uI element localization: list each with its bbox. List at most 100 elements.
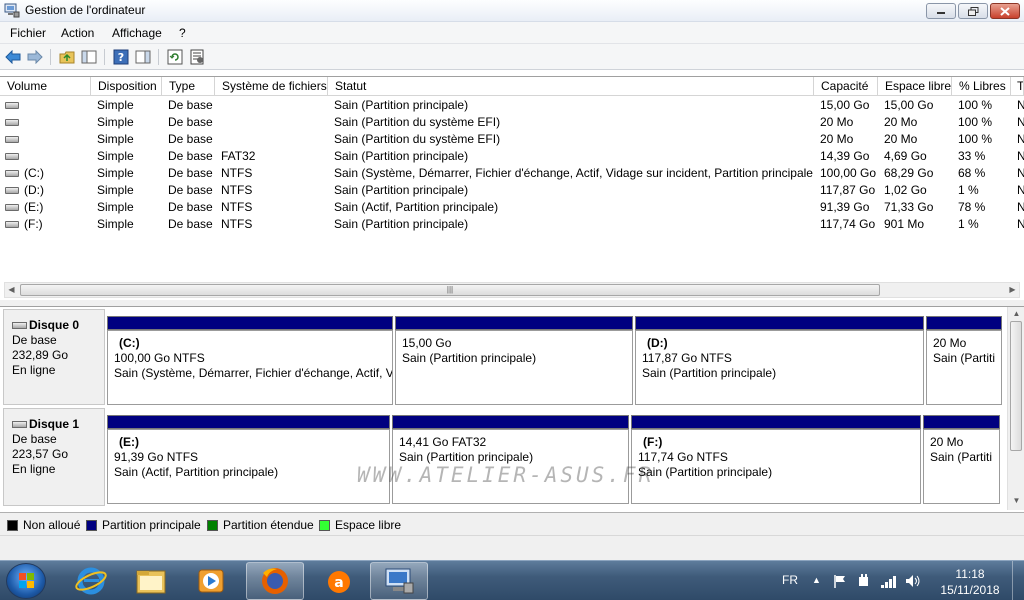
taskbar-explorer[interactable] [122,562,180,600]
table-row[interactable]: (E:) Simple De base NTFS Sain (Actif, Partit… [0,199,1024,216]
horizontal-scrollbar[interactable]: ◀ ||| ▶ [4,282,1020,298]
up-folder-button[interactable] [58,48,76,66]
column-header-t[interactable]: T [1011,77,1024,96]
partition-recovery-15go[interactable]: 15,00 Go Sain (Partition principale) [395,316,633,405]
column-header-free-space[interactable]: Espace libre [878,77,952,96]
cell-libre: 20 Mo [884,115,918,129]
properties-button[interactable] [188,48,206,66]
language-indicator[interactable]: FR [782,573,798,600]
cell-fs [221,131,327,148]
disk-0-label[interactable]: Disque 0 De base 232,89 Go En ligne [3,309,105,405]
table-row[interactable]: Simple De base Sain (Partition du système … [0,114,1024,131]
taskbar-firefox[interactable] [246,562,304,600]
legend-free-space: Espace libre [319,518,401,532]
column-header-capacity[interactable]: Capacité [814,77,878,96]
menu-fichier[interactable]: Fichier [10,26,46,40]
column-header-status[interactable]: Statut [328,77,814,96]
scroll-right-arrow-icon[interactable]: ▶ [1006,284,1019,296]
table-row[interactable]: Simple De base Sain (Partition du système … [0,131,1024,148]
show-desktop-button[interactable] [1012,561,1024,600]
partition-size: 117,74 Go NTFS [638,450,728,464]
partition-fat32[interactable]: 14,41 Go FAT32 Sain (Partition principal… [392,415,629,504]
partition-status: Sain (Partition principale) [402,351,537,365]
taskbar-media-player[interactable] [182,562,240,600]
cell-capacite: 20 Mo [820,115,854,129]
vertical-scroll-thumb[interactable] [1010,321,1022,451]
partition-efi-disk0[interactable]: 20 Mo Sain (Partiti [926,316,1002,405]
start-button[interactable] [6,563,46,599]
cell-libre: 1,02 Go [884,183,927,197]
refresh-button[interactable] [166,48,184,66]
volume-speaker-icon[interactable] [904,573,922,600]
network-signal-icon[interactable] [880,573,898,600]
power-plug-icon[interactable] [856,573,872,600]
cell-statut: Sain (Partition principale) [334,149,469,163]
column-header-disposition[interactable]: Disposition [91,77,162,96]
scroll-down-arrow-icon[interactable]: ▼ [1010,495,1023,507]
console-tree-icon [81,50,97,64]
cell-capacite: 14,39 Go [820,149,870,163]
scroll-up-arrow-icon[interactable]: ▲ [1010,308,1023,320]
taskbar-internet-explorer[interactable] [62,562,120,600]
back-arrow-icon [5,50,21,64]
column-header-filesystem[interactable]: Système de fichiers [215,77,328,96]
forward-button[interactable] [26,48,44,66]
menu-affichage[interactable]: Affichage [112,26,162,40]
table-row[interactable]: Simple De base FAT32 Sain (Partition princi… [0,148,1024,165]
partition-f[interactable]: (F:) 117,74 Go NTFS Sain (Partition prin… [631,415,921,504]
cell-statut: Sain (Partition principale) [334,217,469,231]
taskbar: a FR ▲ 11:18 15/11/2018 [0,560,1024,600]
show-hidden-icons-icon[interactable]: ▲ [812,575,821,600]
close-button[interactable] [990,3,1020,19]
legend-swatch [207,519,218,531]
pane-splitter[interactable] [0,300,1024,307]
menu-action[interactable]: Action [61,26,94,40]
table-row[interactable]: (C:) Simple De base NTFS Sain (Système, Déma… [0,165,1024,182]
taskbar-avast[interactable]: a [310,562,368,600]
horizontal-scroll-thumb[interactable]: ||| [20,284,880,296]
cell-libre: 15,00 Go [884,98,934,112]
cell-libre: 20 Mo [884,132,918,146]
cell-type: De base [168,166,213,180]
show-hide-tree-button[interactable] [80,48,98,66]
cell-fs: NTFS [221,217,253,231]
cell-volume [24,114,90,131]
column-header-type[interactable]: Type [162,77,215,96]
partition-c[interactable]: (C:) 100,00 Go NTFS Sain (Système, Démar… [107,316,393,405]
forward-arrow-icon [27,50,43,64]
column-header-volume[interactable]: Volume [0,77,91,96]
svg-text:?: ? [118,51,124,64]
cell-statut: Sain (Partition principale) [334,183,469,197]
help-icon: ? [113,49,129,65]
back-button[interactable] [4,48,22,66]
window-title: Gestion de l'ordinateur [25,3,146,17]
avast-icon: a [328,571,350,593]
minimize-button[interactable] [926,3,956,19]
partition-e[interactable]: (E:) 91,39 Go NTFS Sain (Actif, Partitio… [107,415,390,504]
menu-help[interactable]: ? [179,26,186,40]
action-center-flag-icon[interactable] [832,573,848,600]
cell-disposition: Simple [97,132,134,146]
table-row[interactable]: (F:) Simple De base NTFS Sain (Partition pri… [0,216,1024,233]
partition-status: Sain (Actif, Partition principale) [114,465,279,479]
taskbar-computer-management[interactable] [370,562,428,600]
system-clock[interactable]: 11:18 15/11/2018 [930,566,1010,598]
cell-capacite: 15,00 Go [820,98,870,112]
column-header-percent-free[interactable]: % Libres [952,77,1011,96]
toolbar: ? [0,44,1024,70]
help-button[interactable]: ? [112,48,130,66]
table-row[interactable]: Simple De base Sain (Partition principale)… [0,97,1024,114]
restore-button[interactable] [958,3,988,19]
vertical-scrollbar[interactable]: ▲ ▼ [1007,307,1024,510]
scroll-left-arrow-icon[interactable]: ◀ [5,284,18,296]
legend-unallocated: Non alloué [7,518,80,532]
partition-label: (E:) [119,435,139,449]
action-pane-button[interactable] [134,48,152,66]
partition-efi-disk1[interactable]: 20 Mo Sain (Partiti [923,415,1000,504]
table-row[interactable]: (D:) Simple De base NTFS Sain (Partition pri… [0,182,1024,199]
partition-d[interactable]: (D:) 117,87 Go NTFS Sain (Partition prin… [635,316,924,405]
disk-1-label[interactable]: Disque 1 De base 223,57 Go En ligne [3,408,105,506]
clock-time: 11:18 [955,567,985,581]
cell-capacite: 91,39 Go [820,200,870,214]
cell-pct: 33 % [958,149,986,163]
